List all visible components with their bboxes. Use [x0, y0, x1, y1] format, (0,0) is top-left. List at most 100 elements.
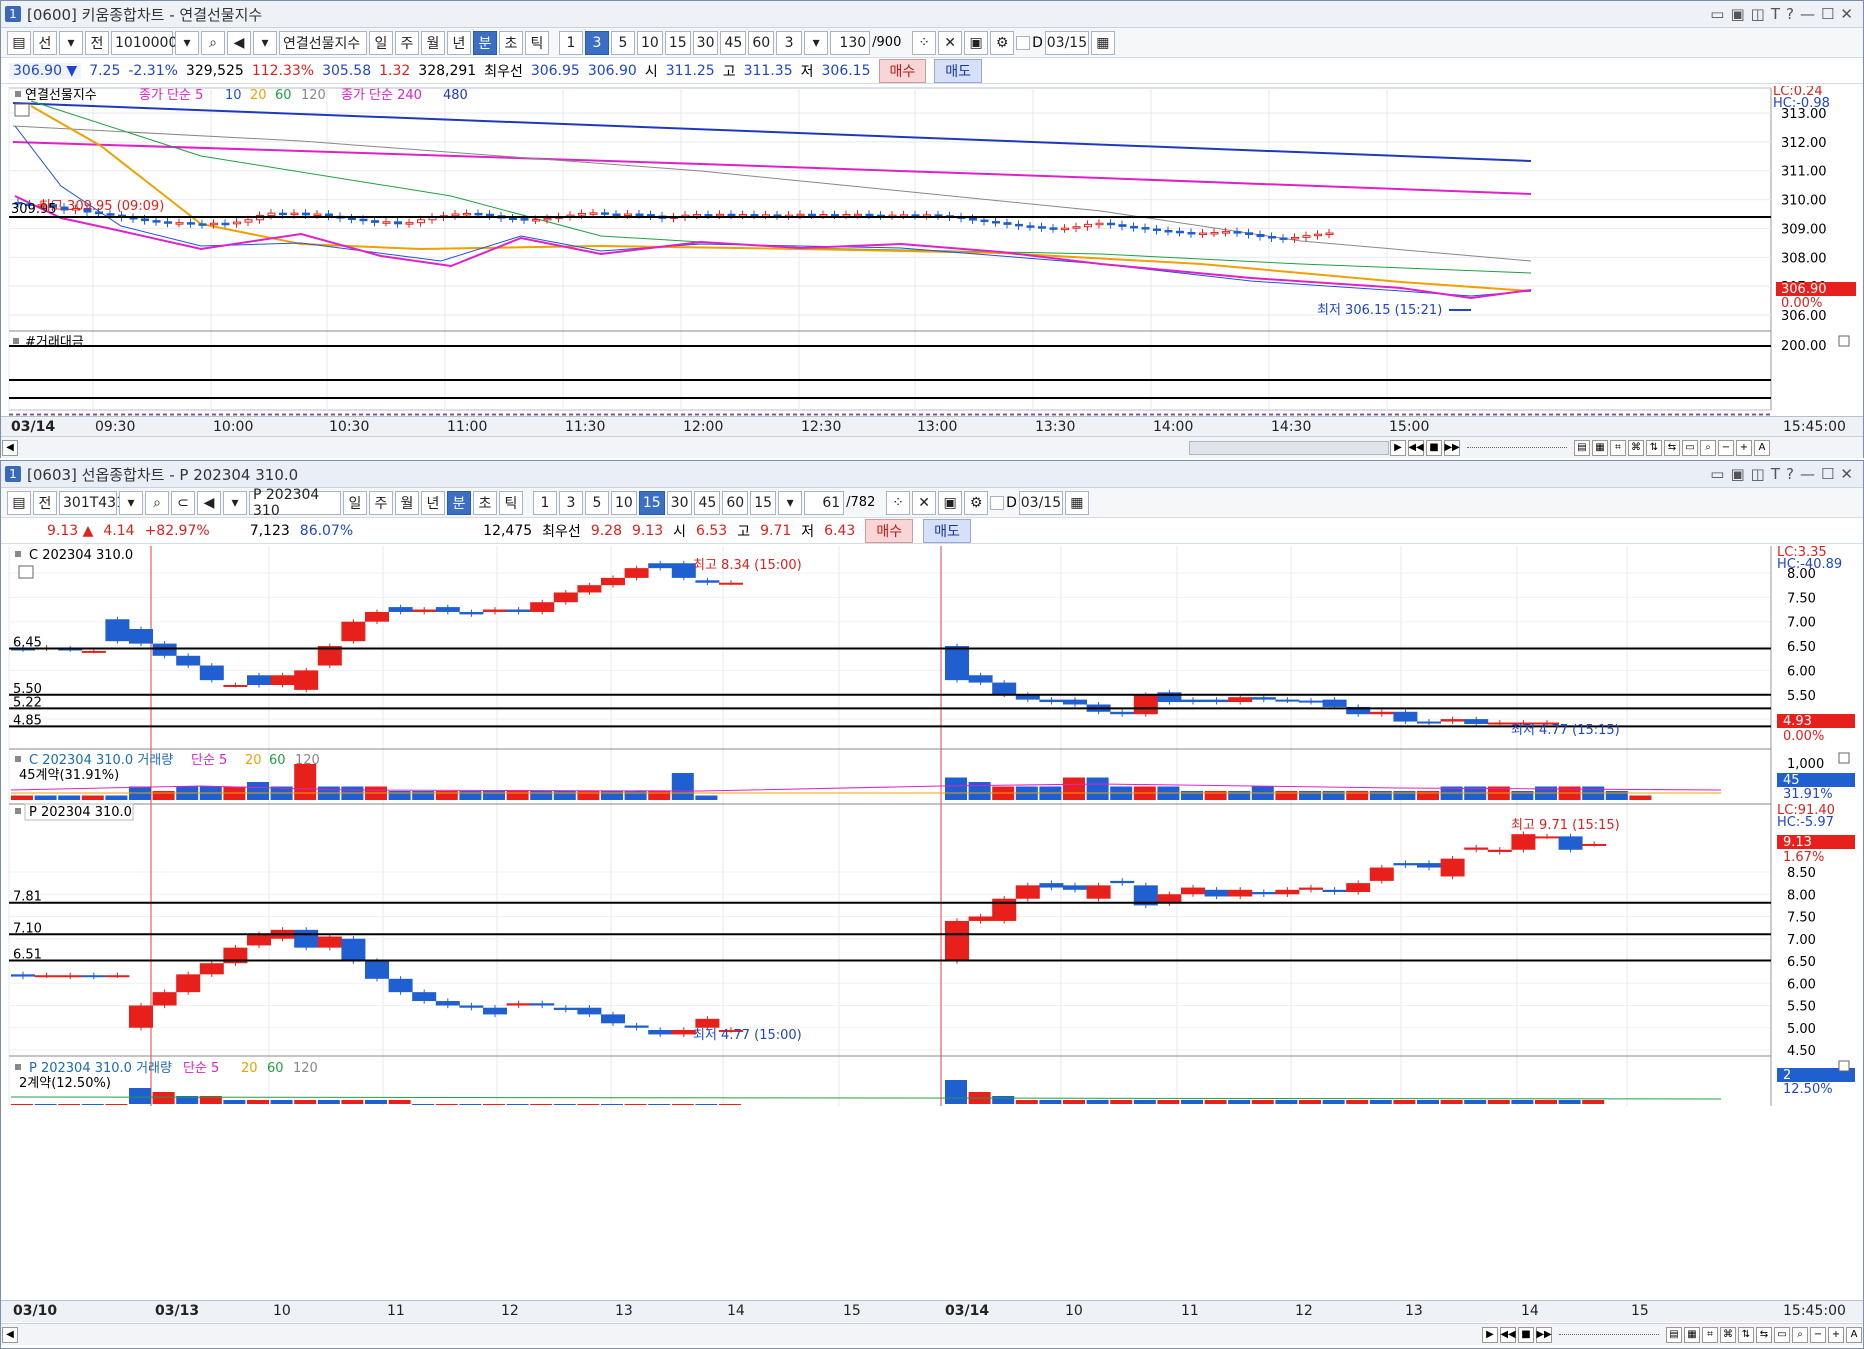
view-icon-6[interactable]: ⇆ [1664, 439, 1680, 456]
close-icon[interactable]: ✕ [1840, 5, 1853, 23]
view-icon-2[interactable]: ▦ [1592, 439, 1608, 456]
period-tab-1[interactable]: 주 [395, 30, 419, 55]
period-tab-5[interactable]: 초 [499, 30, 523, 55]
zoom-slider[interactable] [1467, 447, 1567, 448]
minute-tab-1[interactable]: 3 [559, 490, 583, 515]
scroll-rewind-icon[interactable]: ◀◀ [1500, 1326, 1516, 1343]
save-icon[interactable]: ▣ [964, 30, 989, 55]
minute-tab-0[interactable]: 1 [559, 30, 583, 55]
speaker-dropdown-icon[interactable]: ▾ [253, 30, 277, 55]
scroll-stop-icon[interactable]: ■ [1426, 439, 1442, 456]
scroll-rewind-icon[interactable]: ◀◀ [1408, 439, 1424, 456]
top-price-chart[interactable]: 연결선물지수 종가 단순 5 10 20 60 120 종가 단순 240 48… [1, 86, 1863, 416]
minute-tab-2[interactable]: 5 [585, 490, 609, 515]
minute-tab-7[interactable]: 60 [722, 490, 749, 515]
scroll-forward-icon[interactable]: ▶▶ [1536, 1326, 1552, 1343]
minute-dropdown-icon[interactable]: ▾ [778, 490, 803, 515]
help-icon[interactable]: ? [1786, 465, 1794, 483]
minute-tab-1[interactable]: 3 [585, 30, 609, 55]
view-icon-7[interactable]: ▭ [1682, 439, 1698, 456]
minute-tab-7[interactable]: 60 [748, 30, 775, 55]
period-tab-1[interactable]: 주 [369, 490, 393, 515]
chart-settings-icon[interactable]: ▤ [7, 30, 31, 55]
view-icon-7[interactable]: ▭ [1774, 1326, 1790, 1343]
sub-pane-close-icon[interactable] [1838, 335, 1850, 347]
minute-value-input[interactable]: 3 [776, 30, 803, 55]
minute-tab-4[interactable]: 15 [638, 490, 665, 515]
scroll-play-icon[interactable]: ▶ [1390, 439, 1406, 456]
date-checkbox[interactable] [1016, 35, 1031, 50]
period-tab-4[interactable]: 분 [473, 30, 497, 55]
minimize-icon[interactable]: — [1800, 465, 1815, 483]
view-icon-1[interactable]: ▤ [1666, 1326, 1682, 1343]
zoom-slider[interactable] [1559, 1334, 1659, 1335]
grid-icon[interactable]: ⁘ [912, 30, 937, 55]
view-icon-3[interactable]: ⌗ [1702, 1326, 1718, 1343]
view-icon-5[interactable]: ⇅ [1738, 1326, 1754, 1343]
bottom-option-chart[interactable]: 6.45 5.50 5.22 4.85 7.81 7.10 6.51 8.00 7.50 7.0… [1, 546, 1863, 1308]
table-icon[interactable] [18, 565, 34, 579]
scroll-forward-icon[interactable]: ▶▶ [1444, 439, 1460, 456]
font-icon[interactable]: T [1771, 5, 1780, 23]
scroll-play-icon[interactable]: ▶ [1482, 1326, 1498, 1343]
count-input[interactable]: 61 [804, 490, 845, 515]
date-checkbox[interactable] [990, 495, 1005, 510]
save-icon[interactable]: ▣ [938, 490, 963, 515]
minute-tab-5[interactable]: 30 [692, 30, 719, 55]
chart-settings-icon[interactable]: ▤ [7, 490, 31, 515]
zoom-search-icon[interactable]: ⌕ [1700, 439, 1716, 456]
search-icon[interactable]: ⌕ [201, 30, 225, 55]
scroll-left-icon[interactable]: ◀ [2, 1326, 18, 1343]
help-icon[interactable]: ? [1786, 5, 1794, 23]
period-tab-4[interactable]: 분 [447, 490, 471, 515]
scroll-stop-icon[interactable]: ■ [1518, 1326, 1534, 1343]
speaker-dropdown-icon[interactable]: ▾ [223, 490, 247, 515]
layout-icon[interactable]: ▭ [1710, 465, 1724, 483]
scroll-left-icon[interactable]: ◀ [2, 439, 18, 456]
search-icon[interactable]: ⌕ [145, 490, 169, 515]
period-tab-2[interactable]: 월 [395, 490, 419, 515]
period-tab-0[interactable]: 일 [369, 30, 393, 55]
buy-button[interactable]: 매수 [865, 518, 914, 543]
c-vol-close-icon[interactable] [1838, 752, 1850, 764]
view-icon-6[interactable]: ⇆ [1756, 1326, 1772, 1343]
maximize-icon[interactable]: ☐ [1821, 5, 1834, 23]
tool-icon[interactable]: ✕ [938, 30, 963, 55]
calendar-icon[interactable]: ▦ [1064, 490, 1089, 515]
view-icon-1[interactable]: ▤ [1574, 439, 1590, 456]
table-icon[interactable] [14, 103, 30, 117]
top-scrollbar[interactable]: ◀ ▶ ◀◀ ■ ▶▶ ▤ ▦ ⌗ ⌘ ⇅ ⇆ ▭ ⌕ − + A [1, 436, 1863, 458]
code-input[interactable]: 301T4310 [59, 490, 134, 515]
date-input[interactable]: 03/15 [1044, 30, 1089, 55]
link-icon[interactable]: ⊂ [171, 490, 195, 515]
view-icon-4[interactable]: ⌘ [1720, 1326, 1736, 1343]
line-type-button[interactable]: 선 [33, 30, 57, 55]
text-icon[interactable]: A [1846, 1326, 1862, 1343]
buy-button[interactable]: 매수 [878, 58, 927, 83]
count-input[interactable]: 130 [830, 30, 871, 55]
minute-dropdown-icon[interactable]: ▾ [804, 30, 829, 55]
minute-tab-2[interactable]: 5 [611, 30, 635, 55]
code-dropdown-icon[interactable]: ▾ [175, 30, 199, 55]
minute-tab-3[interactable]: 10 [611, 490, 637, 515]
dropdown-arrow-icon[interactable]: ▾ [59, 30, 83, 55]
minute-tab-5[interactable]: 30 [666, 490, 693, 515]
tile-icon[interactable]: ▣ [1730, 465, 1744, 483]
prev-button[interactable]: 전 [33, 490, 57, 515]
calendar-icon[interactable]: ▦ [1090, 30, 1115, 55]
minimize-icon[interactable]: — [1800, 5, 1815, 23]
minute-tab-0[interactable]: 1 [533, 490, 557, 515]
minute-value-input[interactable]: 15 [750, 490, 777, 515]
sell-button[interactable]: 매도 [923, 518, 971, 543]
zoom-in-icon[interactable]: + [1736, 439, 1752, 456]
zoom-out-icon[interactable]: − [1810, 1326, 1826, 1343]
zoom-in-icon[interactable]: + [1828, 1326, 1844, 1343]
gear-icon[interactable]: ⚙ [990, 30, 1015, 55]
text-icon[interactable]: A [1754, 439, 1770, 456]
date-input[interactable]: 03/15 [1018, 490, 1063, 515]
sell-button[interactable]: 매도 [934, 58, 983, 83]
p-vol-close-icon[interactable] [1838, 1060, 1850, 1072]
minute-tab-6[interactable]: 45 [694, 490, 721, 515]
speaker-icon[interactable]: ◀ [197, 490, 221, 515]
gear-icon[interactable]: ⚙ [964, 490, 989, 515]
